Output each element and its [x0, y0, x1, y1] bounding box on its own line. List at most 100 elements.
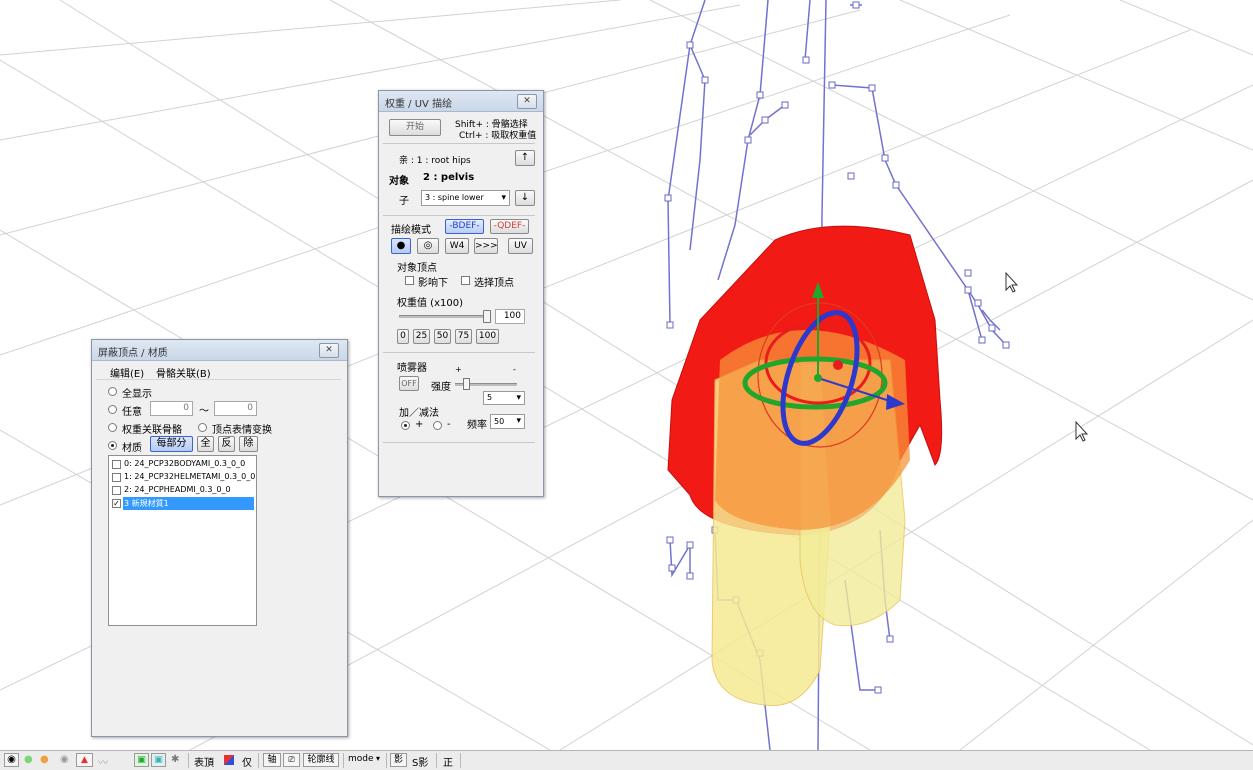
target-vertex-label: 对象顶点 [397, 263, 437, 274]
material-item-label: 2: 24_PCPHEADMI_0.3_0_0 [124, 485, 231, 494]
add-sub-label: 加／减法 [399, 408, 439, 419]
menu-bone-link[interactable]: 骨骼关联(B) [156, 365, 211, 380]
axis-toggle[interactable]: 轴 [263, 753, 281, 767]
mask-window-title: 屏蔽顶点 / 材质 [98, 348, 168, 359]
qdef-button[interactable]: -QDEF- [490, 219, 529, 234]
mode-dropdown[interactable]: mode [348, 754, 374, 764]
bottom-toolbar: ◉ ● ● ◉ ▲ 〰 ▣ ▣ ✱ 表頂 仅 轴 ⎚ 轮廓线 mode ▾ 影 … [0, 750, 1253, 770]
affect-below-checkbox[interactable] [405, 276, 414, 285]
range-to-field[interactable]: 0 [214, 401, 257, 416]
w4-button[interactable]: W4 [445, 238, 469, 254]
any-range-label: 任意 [122, 407, 142, 418]
outline-toggle[interactable]: 轮廓线 [303, 753, 339, 767]
sprayer-plus-mark: + [455, 365, 462, 374]
chevron-down-icon[interactable]: ▾ [376, 754, 380, 763]
front-view-toggle[interactable]: 正 [443, 754, 453, 769]
vertex-morph-label: 顶点表情变换 [212, 425, 272, 436]
material-label: 材质 [122, 443, 142, 454]
gray-dot-icon[interactable]: ◉ [60, 754, 69, 765]
material-checkbox[interactable] [112, 460, 121, 469]
close-icon[interactable]: ✕ [319, 343, 339, 358]
invert-button[interactable]: 反 [218, 436, 235, 452]
material-checkbox[interactable] [112, 486, 121, 495]
gizmo-handle[interactable] [833, 360, 843, 370]
brush-ring-button[interactable]: ◎ [417, 238, 439, 254]
weight-value-label: 权重值 (x100) [397, 298, 463, 309]
parent-bone-label: 亲 : 1 : root hips [399, 156, 471, 166]
mask-window-titlebar[interactable]: 屏蔽顶点 / 材质 ✕ [92, 340, 347, 361]
preset-25-button[interactable]: 25 [413, 329, 430, 344]
only-toggle[interactable]: 仅 [242, 754, 252, 769]
surface-vertex-toggle[interactable]: 表頂 [194, 754, 214, 769]
list-item[interactable]: 0: 24_PCP32BODYAMI_0.3_0_0 [109, 458, 254, 471]
strength-slider-thumb[interactable] [463, 378, 470, 390]
child-bone-select[interactable]: 3 : spine lower [421, 190, 510, 206]
paint-mode-label: 描绘模式 [391, 225, 431, 236]
weight-window-titlebar[interactable]: 权重 / UV 描绘 ✕ [379, 91, 543, 112]
sprayer-minus-mark: - [513, 365, 516, 374]
strength-label: 强度 [431, 382, 451, 393]
list-item[interactable]: 1: 24_PCP32HELMETAMI_0.3_0_0 [109, 471, 255, 484]
selected-vertex-checkbox[interactable] [461, 276, 470, 285]
add-radio[interactable] [401, 421, 410, 430]
weight-slider-thumb[interactable] [483, 310, 491, 323]
preset-100-button[interactable]: 100 [476, 329, 499, 344]
material-list[interactable]: 0: 24_PCP32BODYAMI_0.3_0_0 1: 24_PCP32HE… [108, 455, 257, 626]
weight-uv-paint-window[interactable]: 权重 / UV 描绘 ✕ 开始 Shift+ : 骨骼选择 Ctrl+ : 吸取… [378, 90, 544, 497]
preset-50-button[interactable]: 50 [434, 329, 451, 344]
list-item[interactable]: 2: 24_PCPHEADMI_0.3_0_0 [109, 484, 254, 497]
shadow-toggle[interactable]: 影 [390, 753, 407, 767]
brush-round-button[interactable]: ● [391, 238, 411, 254]
gizmo-center[interactable] [814, 374, 822, 382]
camera-icon[interactable]: ⎚ [283, 753, 300, 767]
subtract-radio-label: - [447, 419, 451, 430]
strength-select[interactable]: 5 [483, 391, 525, 405]
dash-icon[interactable]: 〰 [98, 754, 108, 769]
material-checkbox[interactable]: ✓ [112, 499, 121, 508]
any-range-radio[interactable] [108, 405, 117, 414]
hint-ctrl: Ctrl+ : 吸取权重值 [459, 131, 537, 141]
affect-below-label: 影响下 [418, 278, 448, 289]
preset-75-button[interactable]: 75 [455, 329, 472, 344]
mask-vertex-material-window[interactable]: 屏蔽顶点 / 材质 ✕ 编辑(E) 骨骼关联(B) 全显示 任意 0 〜 0 权… [91, 339, 348, 737]
child-down-button[interactable]: ↓ [515, 190, 535, 206]
frequency-label: 频率 [467, 420, 487, 431]
uv-button[interactable]: UV [508, 238, 533, 254]
vertex-morph-radio[interactable] [198, 423, 207, 432]
all-button[interactable]: 全 [197, 436, 214, 452]
weight-value-field[interactable]: 100 [495, 309, 525, 324]
weight-slider-track[interactable] [399, 315, 489, 318]
bone-icon[interactable]: ✱ [171, 754, 179, 765]
material-item-label: 0: 24_PCP32BODYAMI_0.3_0_0 [124, 459, 246, 468]
start-button[interactable]: 开始 [389, 119, 441, 136]
frequency-select[interactable]: 50 [490, 414, 525, 429]
advance-button[interactable]: >>> [474, 238, 498, 254]
range-from-field[interactable]: 0 [150, 401, 193, 416]
weight-bone-label: 权重关联骨骼 [122, 425, 182, 436]
material-item-label: 3 新規材質1 [124, 499, 169, 508]
sprayer-off-button[interactable]: OFF [399, 376, 419, 391]
weight-bone-radio[interactable] [108, 423, 117, 432]
material-checkbox[interactable] [112, 473, 121, 482]
green-box-icon[interactable]: ▣ [134, 753, 149, 767]
green-dot-icon[interactable]: ● [24, 754, 33, 765]
subtract-radio[interactable] [433, 421, 442, 430]
close-icon[interactable]: ✕ [517, 94, 537, 109]
show-all-radio[interactable] [108, 387, 117, 396]
preset-0-button[interactable]: 0 [397, 329, 409, 344]
red-triangle-icon[interactable]: ▲ [76, 753, 93, 767]
bdef-button[interactable]: -BDEF- [445, 219, 484, 234]
selected-vertex-label: 选择顶点 [474, 278, 514, 289]
list-item-selected[interactable]: ✓ 3 新規材質1 [109, 497, 254, 510]
remove-button[interactable]: 除 [239, 436, 258, 452]
color-swatch-icon[interactable] [224, 755, 234, 765]
teal-box-icon[interactable]: ▣ [151, 753, 166, 767]
orange-dot-icon[interactable]: ● [40, 754, 49, 765]
menu-edit[interactable]: 编辑(E) [110, 365, 144, 380]
range-separator: 〜 [199, 406, 209, 417]
target-icon[interactable]: ◉ [4, 753, 19, 767]
each-part-button[interactable]: 每部分 [150, 436, 193, 452]
parent-up-button[interactable]: ↑ [515, 150, 535, 166]
self-shadow-toggle[interactable]: S影 [412, 754, 428, 769]
material-radio[interactable] [108, 441, 117, 450]
